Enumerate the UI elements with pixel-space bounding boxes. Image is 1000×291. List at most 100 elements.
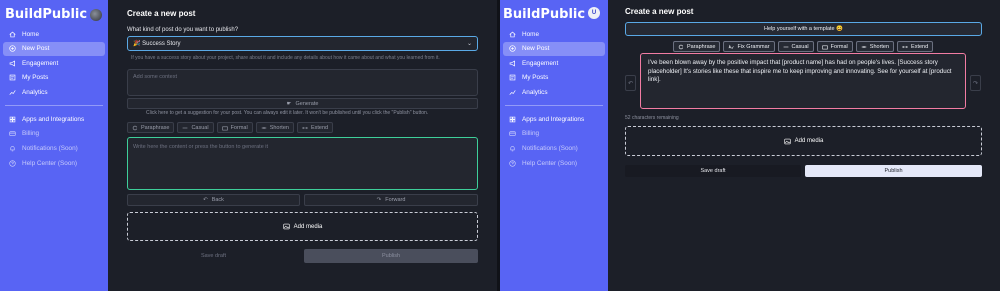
sidebar-item-home[interactable]: Home	[503, 27, 605, 41]
chars-remaining: 52 characters remaining	[625, 115, 679, 121]
sidebar-item-billing[interactable]: Billing	[3, 127, 105, 141]
publish-button[interactable]: Publish	[805, 165, 982, 177]
chart-icon	[7, 87, 17, 97]
paraphrase-button[interactable]: Paraphrase	[673, 41, 721, 52]
sidebar: BuildPublic Home New Post Engagement My …	[0, 0, 108, 291]
sidebar-item-label: Apps and Integrations	[522, 115, 585, 123]
sidebar-item-label: Notifications (Soon)	[22, 145, 78, 153]
app-logo: BuildPublic	[5, 7, 88, 22]
user-avatar[interactable]: U	[588, 7, 600, 19]
content-placeholder: Write here the content or press the butt…	[133, 144, 269, 150]
formal-label: Formal	[230, 124, 248, 131]
paraphrase-label: Paraphrase	[687, 43, 716, 50]
avatar-initial: U	[591, 10, 597, 16]
template-button[interactable]: Help yourself with a template 😄	[625, 22, 982, 36]
post-type-select[interactable]: 🎉 Success Story ⌄	[127, 36, 478, 51]
add-media-dropzone[interactable]: Add media	[625, 126, 982, 156]
shorten-label: Shorten	[869, 43, 890, 50]
posts-icon	[7, 73, 17, 83]
undo-button[interactable]: ↶	[625, 75, 636, 91]
publish-label: Publish	[884, 168, 903, 174]
save-draft-button[interactable]: Save draft	[625, 165, 801, 177]
sidebar-item-new-post[interactable]: New Post	[503, 41, 605, 56]
sidebar-nav: Home New Post Engagement My Posts Analyt…	[503, 27, 605, 171]
sidebar-item-label: Analytics	[522, 88, 548, 96]
forward-button[interactable]: ↷ Forward	[304, 194, 478, 206]
sidebar: BuildPublic U Home New Post Engagement M…	[500, 0, 608, 291]
save-draft-label: Save draft	[200, 253, 227, 259]
sidebar-item-label: New Post	[22, 45, 50, 53]
apps-icon	[507, 114, 517, 124]
extend-button[interactable]: Extend	[296, 122, 334, 133]
page-title: Create a new post	[127, 9, 196, 18]
fix-grammar-label: Fix Grammar	[737, 43, 770, 50]
sidebar-item-label: Engagement	[22, 59, 59, 67]
home-icon	[7, 29, 17, 39]
sidebar-item-engagement[interactable]: Engagement	[3, 56, 105, 70]
forward-label: Forward	[385, 197, 406, 203]
page-title: Create a new post	[625, 7, 694, 16]
briefcase-icon	[821, 45, 828, 49]
extend-button[interactable]: Extend	[897, 41, 934, 52]
casual-icon	[783, 46, 788, 47]
sidebar-divider	[5, 105, 103, 107]
sidebar-item-my-posts[interactable]: My Posts	[3, 71, 105, 85]
sidebar-item-my-posts[interactable]: My Posts	[503, 71, 605, 85]
formal-button[interactable]: Formal	[816, 41, 853, 52]
sidebar-item-notifications[interactable]: Notifications (Soon)	[3, 142, 105, 156]
redo-icon: ↷	[972, 80, 979, 87]
post-type-hint: If you have a success story about your p…	[131, 55, 440, 61]
casual-label: Casual	[191, 124, 209, 131]
refresh-icon	[132, 125, 138, 130]
publish-button[interactable]: Publish	[304, 249, 478, 263]
briefcase-icon	[221, 126, 228, 130]
megaphone-icon	[7, 58, 17, 68]
right-screen: BuildPublic U Home New Post Engagement M…	[500, 0, 1000, 291]
shorten-button[interactable]: Shorten	[855, 41, 895, 52]
bell-icon	[507, 144, 517, 154]
context-input[interactable]: Add some context	[127, 69, 478, 96]
sidebar-item-help-center[interactable]: Help Center (Soon)	[503, 156, 605, 170]
sidebar-item-apps[interactable]: Apps and Integrations	[503, 112, 605, 126]
shorten-label: Shorten	[269, 124, 289, 131]
save-draft-label: Save draft	[700, 168, 726, 174]
sidebar-item-apps[interactable]: Apps and Integrations	[3, 112, 105, 126]
add-media-dropzone[interactable]: Add media	[127, 212, 478, 241]
shorten-button[interactable]: Shorten	[255, 122, 294, 133]
sidebar-item-label: New Post	[522, 45, 550, 53]
sidebar-item-help-center[interactable]: Help Center (Soon)	[3, 156, 105, 170]
template-button-label: Help yourself with a template 😄	[764, 26, 843, 32]
sidebar-item-notifications[interactable]: Notifications (Soon)	[503, 142, 605, 156]
tone-toolbar: Paraphrase Fix Grammar Casual Formal Sho…	[673, 41, 936, 52]
post-textarea[interactable]: I've been blown away by the positive imp…	[640, 53, 966, 109]
generate-label: Generate	[295, 100, 319, 107]
sidebar-item-label: Analytics	[22, 88, 48, 96]
redo-icon: ↷	[376, 197, 382, 203]
sidebar-item-analytics[interactable]: Analytics	[503, 85, 605, 99]
sidebar-item-engagement[interactable]: Engagement	[503, 56, 605, 70]
sidebar-item-label: Apps and Integrations	[22, 115, 85, 123]
sidebar-item-home[interactable]: Home	[3, 27, 105, 41]
generate-button[interactable]: ☛ Generate	[127, 98, 478, 109]
save-draft-button[interactable]: Save draft	[127, 249, 300, 263]
image-icon	[784, 138, 791, 144]
casual-button[interactable]: Casual	[177, 122, 214, 133]
casual-button[interactable]: Casual	[777, 41, 814, 52]
redo-button[interactable]: ↷	[970, 75, 981, 91]
sidebar-item-label: Home	[522, 30, 540, 38]
user-avatar[interactable]	[90, 9, 102, 21]
plus-circle-icon	[507, 44, 517, 54]
sidebar-item-analytics[interactable]: Analytics	[3, 85, 105, 99]
content-textarea[interactable]: Write here the content or press the butt…	[127, 137, 478, 190]
sidebar-item-label: Help Center (Soon)	[522, 159, 578, 167]
formal-button[interactable]: Formal	[216, 122, 253, 133]
image-icon	[283, 223, 290, 230]
back-button[interactable]: ↶ Back	[127, 194, 300, 206]
sidebar-item-billing[interactable]: Billing	[503, 127, 605, 141]
sidebar-item-new-post[interactable]: New Post	[3, 41, 105, 56]
fix-grammar-button[interactable]: Fix Grammar	[723, 41, 775, 52]
sidebar-item-label: Engagement	[522, 59, 559, 67]
add-media-label: Add media	[794, 138, 824, 144]
extend-icon	[302, 126, 308, 129]
paraphrase-button[interactable]: Paraphrase	[127, 122, 175, 133]
